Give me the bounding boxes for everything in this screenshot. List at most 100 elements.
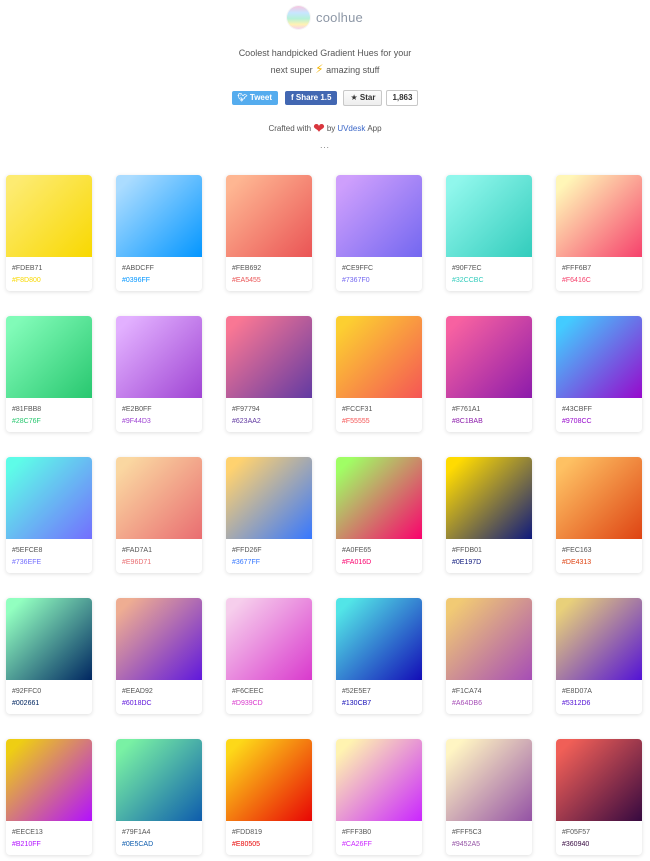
color-to-code[interactable]: #9F44D3 [122, 416, 202, 428]
color-from-code[interactable]: #EEAD92 [122, 686, 202, 698]
tweet-button[interactable]: 🐦︎ Tweet [231, 91, 278, 105]
gradient-card[interactable]: #52E5E7 #130CB7 [336, 598, 422, 714]
gradient-swatch[interactable] [6, 175, 92, 257]
color-from-code[interactable]: #52E5E7 [342, 686, 422, 698]
color-to-code[interactable]: #B210FF [12, 839, 92, 851]
color-to-code[interactable]: #28C76F [12, 416, 92, 428]
uvdesk-link[interactable]: UVdesk [337, 124, 365, 133]
gradient-card[interactable]: #FFF6B7 #F6416C [556, 175, 642, 291]
color-to-code[interactable]: #5312D6 [562, 698, 642, 710]
gradient-card[interactable]: #E8D07A #5312D6 [556, 598, 642, 714]
gradient-swatch[interactable] [556, 316, 642, 398]
gradient-card[interactable]: #FFD26F #3677FF [226, 457, 312, 573]
color-from-code[interactable]: #81FBB8 [12, 404, 92, 416]
gradient-swatch[interactable] [336, 175, 422, 257]
gradient-swatch[interactable] [446, 739, 532, 821]
color-to-code[interactable]: #E80505 [232, 839, 312, 851]
color-from-code[interactable]: #FDD819 [232, 827, 312, 839]
gradient-swatch[interactable] [556, 739, 642, 821]
color-to-code[interactable]: #CA26FF [342, 839, 422, 851]
gradient-card[interactable]: #F05F57 #360940 [556, 739, 642, 855]
color-from-code[interactable]: #F6CEEC [232, 686, 312, 698]
gradient-card[interactable]: #E2B0FF #9F44D3 [116, 316, 202, 432]
gradient-card[interactable]: #FEC163 #DE4313 [556, 457, 642, 573]
gradient-swatch[interactable] [336, 316, 422, 398]
color-from-code[interactable]: #ABDCFF [122, 263, 202, 275]
gradient-swatch[interactable] [226, 316, 312, 398]
gradient-swatch[interactable] [336, 598, 422, 680]
gradient-card[interactable]: #FFDB01 #0E197D [446, 457, 532, 573]
color-to-code[interactable]: #0E5CAD [122, 839, 202, 851]
color-from-code[interactable]: #90F7EC [452, 263, 532, 275]
gradient-swatch[interactable] [116, 175, 202, 257]
color-from-code[interactable]: #FAD7A1 [122, 545, 202, 557]
color-to-code[interactable]: #F6416C [562, 275, 642, 287]
color-from-code[interactable]: #EECE13 [12, 827, 92, 839]
color-from-code[interactable]: #92FFC0 [12, 686, 92, 698]
github-star-button[interactable]: ★ Star [343, 90, 383, 106]
color-from-code[interactable]: #FFDB01 [452, 545, 532, 557]
gradient-card[interactable]: #FCCF31 #F55555 [336, 316, 422, 432]
gradient-card[interactable]: #FFF3B0 #CA26FF [336, 739, 422, 855]
gradient-swatch[interactable] [446, 175, 532, 257]
gradient-card[interactable]: #CE9FFC #7367F0 [336, 175, 422, 291]
gradient-card[interactable]: #ABDCFF #0396FF [116, 175, 202, 291]
gradient-swatch[interactable] [226, 457, 312, 539]
gradient-card[interactable]: #F6CEEC #D939CD [226, 598, 312, 714]
gradient-swatch[interactable] [556, 598, 642, 680]
color-from-code[interactable]: #E2B0FF [122, 404, 202, 416]
color-to-code[interactable]: #623AA2 [232, 416, 312, 428]
gradient-card[interactable]: #FEB692 #EA5455 [226, 175, 312, 291]
color-to-code[interactable]: #9452A5 [452, 839, 532, 851]
gradient-swatch[interactable] [116, 457, 202, 539]
facebook-share-button[interactable]: f Share 1.5 [284, 91, 338, 105]
gradient-card[interactable]: #81FBB8 #28C76F [6, 316, 92, 432]
gradient-card[interactable]: #92FFC0 #002661 [6, 598, 92, 714]
color-to-code[interactable]: #360940 [562, 839, 642, 851]
color-from-code[interactable]: #E8D07A [562, 686, 642, 698]
gradient-swatch[interactable] [446, 316, 532, 398]
color-to-code[interactable]: #D939CD [232, 698, 312, 710]
color-from-code[interactable]: #F761A1 [452, 404, 532, 416]
color-from-code[interactable]: #F97794 [232, 404, 312, 416]
gradient-card[interactable]: #FDEB71 #F8D800 [6, 175, 92, 291]
color-to-code[interactable]: #FA016D [342, 557, 422, 569]
gradient-swatch[interactable] [446, 598, 532, 680]
gradient-card[interactable]: #FDD819 #E80505 [226, 739, 312, 855]
gradient-swatch[interactable] [446, 457, 532, 539]
gradient-card[interactable]: #43CBFF #9708CC [556, 316, 642, 432]
gradient-card[interactable]: #F1CA74 #A64DB6 [446, 598, 532, 714]
color-to-code[interactable]: #0E197D [452, 557, 532, 569]
color-from-code[interactable]: #F05F57 [562, 827, 642, 839]
gradient-card[interactable]: #5EFCE8 #736EFE [6, 457, 92, 573]
gradient-card[interactable]: #F97794 #623AA2 [226, 316, 312, 432]
gradient-swatch[interactable] [6, 316, 92, 398]
gradient-swatch[interactable] [6, 739, 92, 821]
color-to-code[interactable]: #8C1BAB [452, 416, 532, 428]
color-to-code[interactable]: #9708CC [562, 416, 642, 428]
gradient-swatch[interactable] [226, 739, 312, 821]
color-to-code[interactable]: #6018DC [122, 698, 202, 710]
color-to-code[interactable]: #736EFE [12, 557, 92, 569]
gradient-swatch[interactable] [6, 457, 92, 539]
color-from-code[interactable]: #5EFCE8 [12, 545, 92, 557]
color-from-code[interactable]: #FEB692 [232, 263, 312, 275]
gradient-card[interactable]: #EECE13 #B210FF [6, 739, 92, 855]
color-from-code[interactable]: #F1CA74 [452, 686, 532, 698]
color-to-code[interactable]: #7367F0 [342, 275, 422, 287]
gradient-swatch[interactable] [336, 457, 422, 539]
color-from-code[interactable]: #FFF6B7 [562, 263, 642, 275]
color-from-code[interactable]: #FFF3B0 [342, 827, 422, 839]
gradient-swatch[interactable] [336, 739, 422, 821]
gradient-card[interactable]: #F761A1 #8C1BAB [446, 316, 532, 432]
color-to-code[interactable]: #002661 [12, 698, 92, 710]
color-to-code[interactable]: #F55555 [342, 416, 422, 428]
color-to-code[interactable]: #E96D71 [122, 557, 202, 569]
gradient-card[interactable]: #FAD7A1 #E96D71 [116, 457, 202, 573]
color-to-code[interactable]: #EA5455 [232, 275, 312, 287]
color-from-code[interactable]: #43CBFF [562, 404, 642, 416]
color-from-code[interactable]: #FFF5C3 [452, 827, 532, 839]
color-from-code[interactable]: #FDEB71 [12, 263, 92, 275]
gradient-swatch[interactable] [6, 598, 92, 680]
color-from-code[interactable]: #79F1A4 [122, 827, 202, 839]
